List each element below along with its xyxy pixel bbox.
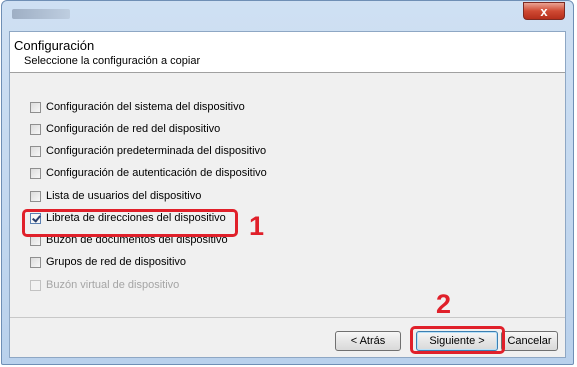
dialog-window: x Configuración Seleccione la configurac… xyxy=(1,0,574,365)
back-button[interactable]: < Atrás xyxy=(335,331,401,351)
option-label: Lista de usuarios del dispositivo xyxy=(46,190,202,202)
page-subtitle: Seleccione la configuración a copiar xyxy=(24,55,201,67)
close-button[interactable]: x xyxy=(523,2,565,20)
option-label: Configuración del sistema del dispositiv… xyxy=(46,101,245,113)
callout-number-2: 2 xyxy=(436,289,452,319)
highlight-box-address-book xyxy=(22,209,238,237)
option-label: Configuración predeterminada del disposi… xyxy=(46,145,267,157)
window-title-blurred xyxy=(12,9,70,19)
checkbox[interactable] xyxy=(30,190,41,202)
option-network-settings[interactable]: Configuración de red del dispositivo xyxy=(30,122,220,136)
checkbox[interactable] xyxy=(30,145,41,157)
option-network-groups[interactable]: Grupos de red de dispositivo xyxy=(30,255,186,269)
wizard-header: Configuración Seleccione la configuració… xyxy=(10,32,565,73)
option-label: Configuración de red del dispositivo xyxy=(46,123,221,135)
callout-number-1: 1 xyxy=(249,211,265,241)
page-title: Configuración xyxy=(14,38,95,53)
option-label: Configuración de autenticación de dispos… xyxy=(46,167,267,179)
close-icon: x xyxy=(540,3,548,19)
option-label: Buzón virtual de dispositivo xyxy=(46,279,180,291)
checkbox[interactable] xyxy=(30,167,41,179)
highlight-box-next-button xyxy=(410,326,505,354)
checkbox[interactable] xyxy=(30,123,41,135)
cancel-button[interactable]: Cancelar xyxy=(501,331,558,351)
checkbox[interactable] xyxy=(30,101,41,113)
dialog-client-area: Configuración Seleccione la configuració… xyxy=(9,31,566,358)
option-authentication-settings[interactable]: Configuración de autenticación de dispos… xyxy=(30,166,267,180)
footer-divider xyxy=(10,317,565,318)
option-label: Grupos de red de dispositivo xyxy=(46,256,187,268)
option-virtual-mailbox: Buzón virtual de dispositivo xyxy=(30,278,179,292)
option-system-settings[interactable]: Configuración del sistema del dispositiv… xyxy=(30,100,245,114)
checkbox-disabled xyxy=(30,279,41,291)
option-default-settings[interactable]: Configuración predeterminada del disposi… xyxy=(30,144,266,158)
option-user-list[interactable]: Lista de usuarios del dispositivo xyxy=(30,189,201,203)
title-bar[interactable]: x xyxy=(2,1,573,27)
checkbox[interactable] xyxy=(30,256,41,268)
